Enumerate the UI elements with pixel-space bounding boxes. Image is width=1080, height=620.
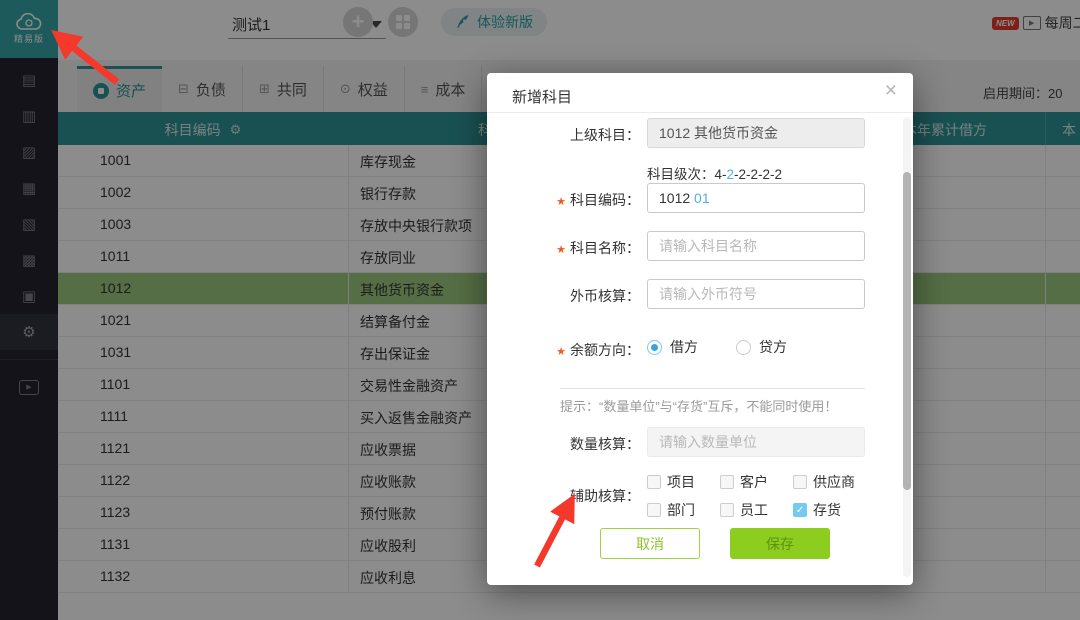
dialog-title: 新增科目: [512, 86, 572, 107]
parent-account-value: 1012 其他货币资金: [647, 118, 865, 148]
parent-account-label: 上级科目：: [570, 125, 640, 145]
balance-direction-group: 借方 贷方: [647, 337, 787, 357]
checkbox-supplier[interactable]: 供应商: [793, 472, 855, 492]
checkbox-icon: [793, 475, 807, 489]
quantity-label: 数量核算：: [570, 434, 640, 454]
required-star-icon: ★: [556, 346, 566, 358]
debit-radio-selected[interactable]: [647, 340, 662, 355]
required-star-icon: ★: [556, 196, 566, 208]
account-level-text: 科目级次：4-2-2-2-2-2: [647, 163, 782, 183]
debit-radio-label: 借方: [670, 337, 698, 357]
aux-accounting-options: 项目 客户 供应商 部门 员工 ✓ 存货: [647, 472, 855, 520]
mutual-exclusion-hint: 提示：“数量单位”与“存货”互斥，不能同时使用！: [560, 396, 837, 415]
balance-direction-label: ★余额方向：: [556, 340, 640, 360]
hint-divider: [560, 388, 865, 389]
checkbox-inventory-checked[interactable]: ✓ 存货: [793, 500, 855, 520]
credit-radio-label: 贷方: [759, 337, 787, 357]
cancel-button[interactable]: 取消: [600, 528, 700, 559]
checkbox-icon: [720, 475, 734, 489]
account-code-input[interactable]: 1012 01: [647, 183, 865, 213]
currency-input[interactable]: [647, 279, 865, 309]
quantity-unit-input[interactable]: [647, 427, 865, 457]
checkbox-employee[interactable]: 员工: [720, 500, 793, 520]
checkbox-checked-icon: ✓: [793, 503, 807, 517]
close-icon[interactable]: ×: [885, 79, 897, 103]
required-star-icon: ★: [556, 244, 566, 256]
checkbox-icon: [647, 503, 661, 517]
checkbox-icon: [720, 503, 734, 517]
account-code-label: ★科目编码：: [556, 190, 640, 210]
new-account-dialog: 新增科目 × 上级科目： 1012 其他货币资金 科目级次：4-2-2-2-2-…: [487, 73, 913, 585]
aux-accounting-label: 辅助核算：: [570, 486, 640, 506]
dialog-header-divider: [487, 112, 913, 113]
account-name-input[interactable]: [647, 231, 865, 261]
dialog-scrollbar-thumb[interactable]: [903, 172, 911, 490]
save-button[interactable]: 保存: [730, 528, 830, 559]
checkbox-department[interactable]: 部门: [647, 500, 720, 520]
credit-radio[interactable]: [736, 340, 751, 355]
checkbox-project[interactable]: 项目: [647, 472, 720, 492]
app-window: 精易版 ▤ ▥ ▨ ▦ ▧ ▩ ▣ ⚙: [0, 0, 1080, 620]
checkbox-icon: [647, 475, 661, 489]
currency-label: 外币核算：: [570, 286, 640, 306]
checkbox-customer[interactable]: 客户: [720, 472, 793, 492]
account-name-label: ★科目名称：: [556, 238, 640, 258]
